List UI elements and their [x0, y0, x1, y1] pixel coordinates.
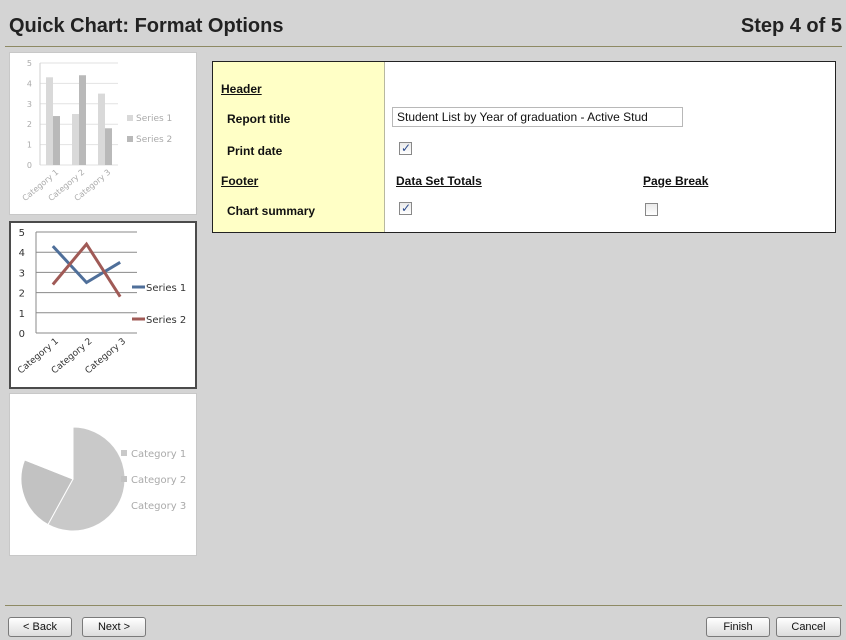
y-tick-label: 0: [19, 329, 25, 340]
bar: [46, 77, 53, 165]
legend-label: Series 2: [136, 135, 172, 145]
step-indicator: Step 4 of 5: [740, 15, 842, 37]
legend-label: Series 1: [146, 283, 186, 294]
footer-divider: [5, 605, 842, 606]
data-set-totals-header: Data Set Totals: [396, 174, 482, 188]
bar: [72, 114, 79, 165]
page-title: Quick Chart: Format Options: [9, 15, 284, 37]
report-title-input[interactable]: [392, 107, 683, 127]
print-date-label: Print date: [227, 144, 283, 158]
y-tick-label: 4: [19, 248, 25, 259]
legend-label: Series 1: [136, 114, 172, 124]
legend-swatch: [127, 136, 133, 142]
legend-swatch: [121, 476, 127, 482]
bar-chart-preview: 012345Category 1Category 2Category 3Seri…: [21, 59, 173, 203]
legend-label: Category 2: [131, 475, 186, 486]
y-tick-label: 1: [27, 141, 32, 150]
y-tick-label: 4: [27, 79, 32, 88]
finish-button[interactable]: Finish: [706, 617, 770, 637]
bar: [105, 128, 112, 165]
print-date-checkbox[interactable]: ✓: [399, 141, 412, 155]
y-tick-label: 3: [19, 268, 25, 279]
chart-type-bar-thumbnail[interactable]: 0 1 2 3 4 5 Category 1 Category 2 Category 3 Seri…: [9, 52, 197, 215]
cancel-button[interactable]: Cancel: [776, 617, 841, 637]
y-tick-label: 3: [27, 100, 32, 109]
chart-summary-totals-checkbox[interactable]: ✓: [399, 201, 412, 215]
bar: [79, 75, 86, 165]
y-tick-label: 0: [27, 161, 32, 170]
back-button[interactable]: < Back: [8, 617, 72, 637]
line-chart-preview: 012345Category 1Category 2Category 3Seri…: [16, 228, 186, 376]
chart-type-line-thumbnail[interactable]: 0 1 2 3 4 5 Category 1 Category 2 Category 3 Seri…: [9, 221, 197, 389]
bar: [53, 116, 60, 165]
y-tick-label: 2: [27, 120, 32, 129]
pie-chart-preview: Category 1 Category 2 Category 3: [20, 426, 186, 532]
bar: [98, 93, 105, 165]
series-line: [51, 245, 121, 285]
header-section-label: Header: [221, 82, 262, 96]
y-tick-label: 2: [19, 289, 25, 300]
chart-type-pie-thumbnail[interactable]: Category 1 Category 2 Category 3: [9, 393, 197, 556]
header-divider: [5, 46, 842, 47]
legend-label: Series 2: [146, 315, 186, 326]
legend-swatch: [121, 450, 127, 456]
y-tick-label: 1: [19, 309, 25, 320]
chart-summary-label: Chart summary: [227, 204, 316, 218]
format-options-panel: Header Report title Print date ✓ Footer …: [212, 61, 836, 233]
chart-summary-totals-check-mark: ✓: [400, 201, 412, 215]
next-button[interactable]: Next >: [82, 617, 146, 637]
legend-label: Category 1: [131, 449, 186, 460]
footer-section-label: Footer: [221, 174, 259, 188]
chart-summary-page-break-checkbox[interactable]: [645, 203, 658, 216]
page-break-header: Page Break: [643, 174, 709, 188]
y-tick-label: 5: [19, 228, 25, 239]
legend-label: Category 3: [131, 501, 186, 512]
print-date-check-mark: ✓: [400, 141, 412, 155]
y-tick-label: 5: [27, 59, 32, 68]
legend-swatch: [127, 115, 133, 121]
report-title-label: Report title: [227, 112, 291, 126]
